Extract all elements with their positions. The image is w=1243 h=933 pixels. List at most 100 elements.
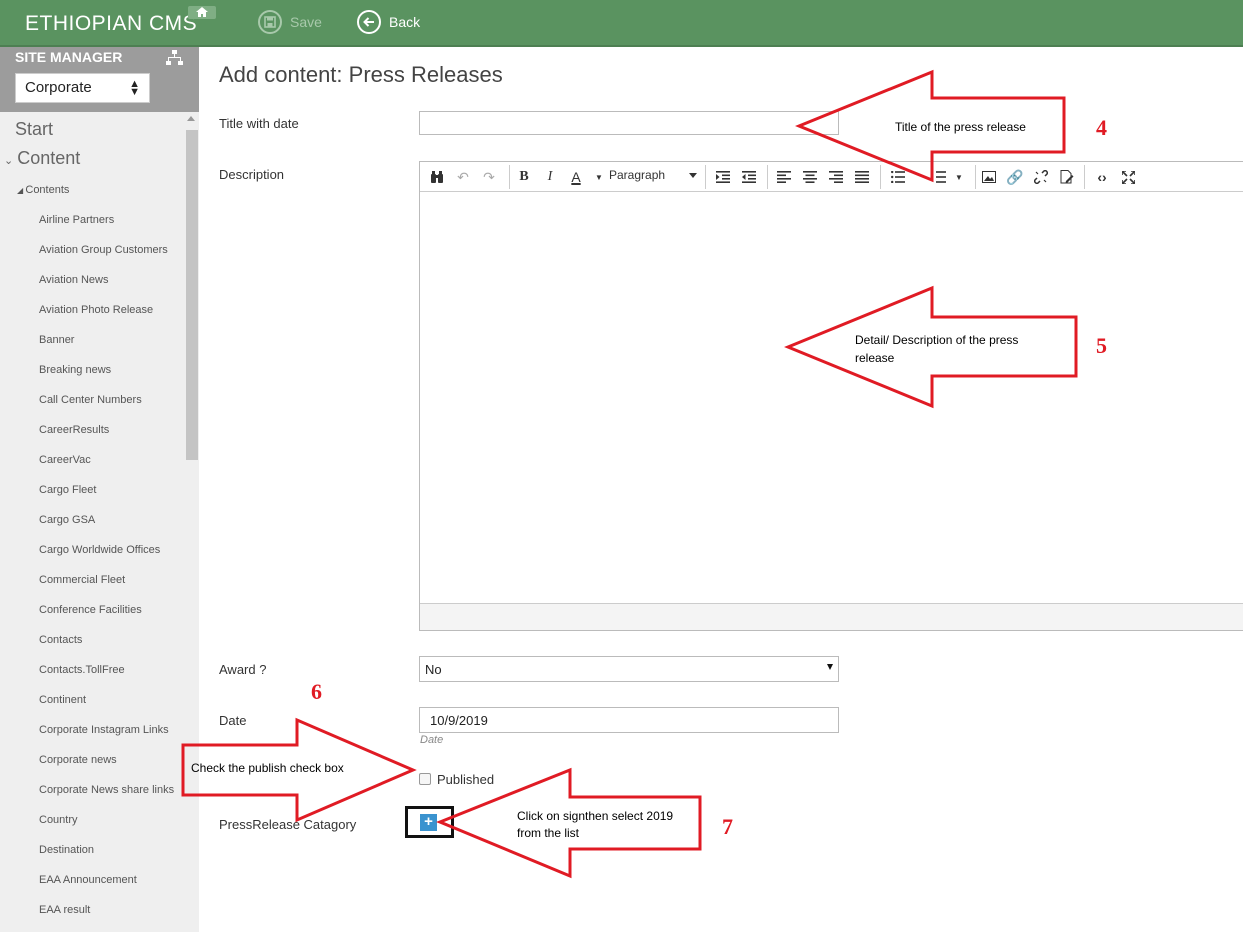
indent-icon[interactable] <box>714 168 732 186</box>
published-checkbox[interactable] <box>419 773 431 785</box>
image-icon[interactable] <box>980 168 998 186</box>
sidebar-item[interactable]: Corporate news <box>39 753 174 783</box>
home-tab[interactable] <box>188 6 216 19</box>
link-icon[interactable]: 🔗 <box>1006 168 1024 186</box>
bullet-list-icon[interactable] <box>889 168 907 186</box>
sidebar-item[interactable]: Commercial Fleet <box>39 573 174 603</box>
sidebar-item[interactable]: CareerVac <box>39 453 174 483</box>
app-title: ETHIOPIAN CMS <box>25 12 198 35</box>
outdent-icon[interactable] <box>740 168 758 186</box>
annotation-5-text: Detail/ Description of the press release <box>855 333 1019 365</box>
date-label: Date <box>219 713 247 728</box>
annotation-6-text: Check the publish check box <box>191 761 344 775</box>
editor-statusbar <box>420 603 1243 630</box>
sidebar-item[interactable]: Cargo Worldwide Offices <box>39 543 174 573</box>
site-select[interactable]: Corporate ▲ ▼ <box>15 73 150 103</box>
redo-icon[interactable]: ↷ <box>480 168 498 186</box>
sidebar-item[interactable]: Cargo GSA <box>39 513 174 543</box>
award-select[interactable]: No <box>419 656 839 682</box>
top-bar: ETHIOPIAN CMS Save Back <box>0 0 1243 47</box>
align-center-icon[interactable] <box>801 168 819 186</box>
sidebar-item[interactable]: Breaking news <box>39 363 174 393</box>
sidebar-item[interactable]: Contacts.TollFree <box>39 663 174 693</box>
sidebar-item[interactable]: Conference Facilities <box>39 603 174 633</box>
find-replace-icon[interactable] <box>428 168 446 186</box>
sidebar-item[interactable]: Cargo Fleet <box>39 483 174 513</box>
content-type-list: Airline Partners Aviation Group Customers… <box>39 213 174 933</box>
sidebar: SITE MANAGER Corporate ▲ ▼ Start ⌄ Content… <box>0 47 199 932</box>
date-input-value: 10/9/2019 <box>430 713 488 728</box>
paragraph-format-value: Paragraph <box>609 168 666 182</box>
back-label: Back <box>389 14 421 30</box>
date-input[interactable]: 10/9/2019 <box>419 707 839 733</box>
save-button[interactable]: Save <box>258 9 322 35</box>
published-label[interactable]: Published <box>437 772 494 787</box>
list-dropdown-icon[interactable]: ▼ <box>950 168 968 186</box>
numbered-list-icon[interactable] <box>930 168 948 186</box>
annotation-4-number: 4 <box>1096 115 1107 140</box>
document-edit-icon[interactable] <box>1058 168 1076 186</box>
chevron-down-icon: ⌄ <box>4 155 14 167</box>
fullscreen-icon[interactable] <box>1119 168 1137 186</box>
align-justify-icon[interactable] <box>853 168 871 186</box>
nav-contents-label: Contents <box>25 184 70 196</box>
annotation-6-number: 6 <box>311 679 322 704</box>
add-category-button[interactable]: + <box>420 814 437 831</box>
sidebar-item[interactable]: Continent <box>39 693 174 723</box>
site-manager-title: SITE MANAGER <box>15 49 123 65</box>
chevron-down-icon <box>827 664 833 670</box>
title-label: Title with date <box>219 116 299 131</box>
sidebar-scrollbar[interactable] <box>184 112 198 932</box>
sidebar-item[interactable]: Banner <box>39 333 174 363</box>
annotation-5-number: 5 <box>1096 333 1107 358</box>
italic-icon[interactable]: I <box>541 168 559 186</box>
paragraph-format-select[interactable]: Paragraph <box>609 168 697 182</box>
save-icon <box>258 10 282 34</box>
nav-content[interactable]: ⌄ Content <box>4 148 80 169</box>
bold-icon[interactable]: B <box>515 168 533 186</box>
align-left-icon[interactable] <box>775 168 793 186</box>
award-label: Award ? <box>219 662 267 677</box>
category-label: PressRelease Catagory <box>219 817 357 832</box>
scrollbar-thumb[interactable] <box>186 130 198 460</box>
sidebar-item[interactable]: Aviation Group Customers <box>39 243 174 273</box>
sidebar-item[interactable]: Corporate News share links <box>39 783 174 813</box>
sidebar-item[interactable]: CareerResults <box>39 423 174 453</box>
sidebar-item[interactable]: Country <box>39 813 174 843</box>
unlink-icon[interactable] <box>1032 168 1050 186</box>
page-title: Add content: Press Releases <box>219 62 503 87</box>
editor-toolbar: ↶ ↷ B I A ▼ Paragraph ▼ 🔗 ‹› <box>420 162 1243 192</box>
select-updown-icon: ▲ ▼ <box>129 78 140 98</box>
sidebar-item[interactable]: EAA Announcement <box>39 873 174 903</box>
sitemap-icon[interactable] <box>166 50 183 66</box>
nav-start[interactable]: Start <box>15 119 53 140</box>
site-manager-panel: SITE MANAGER Corporate ▲ ▼ <box>0 47 199 112</box>
sidebar-item[interactable]: Destination <box>39 843 174 873</box>
title-input[interactable] <box>419 111 839 135</box>
sidebar-item[interactable]: Call Center Numbers <box>39 393 174 423</box>
sidebar-item[interactable]: Contacts <box>39 633 174 663</box>
annotation-7-text: Click on signthen select 2019 from the l… <box>517 809 674 840</box>
scroll-up-icon[interactable] <box>187 116 195 121</box>
nav-content-label: Content <box>17 148 81 168</box>
description-label: Description <box>219 167 285 182</box>
sidebar-item[interactable]: Aviation News <box>39 273 174 303</box>
source-code-icon[interactable]: ‹› <box>1093 168 1111 186</box>
annotation-4-text: Title of the press release <box>895 120 1026 134</box>
sidebar-item[interactable]: Aviation Photo Release <box>39 303 174 333</box>
back-arrow-icon <box>357 10 381 34</box>
undo-icon[interactable]: ↶ <box>454 168 472 186</box>
chevron-down-icon <box>689 173 697 178</box>
text-color-icon[interactable]: A <box>567 168 585 186</box>
sidebar-item[interactable]: EAA result <box>39 903 174 933</box>
annotation-7-number: 7 <box>722 814 733 839</box>
nav-contents[interactable]: ◢ Contents <box>17 184 69 196</box>
align-right-icon[interactable] <box>827 168 845 186</box>
site-select-value: Corporate <box>25 79 92 96</box>
description-editor[interactable]: ↶ ↷ B I A ▼ Paragraph ▼ 🔗 ‹› <box>419 161 1243 631</box>
back-button[interactable]: Back <box>357 9 420 35</box>
text-color-dropdown-icon[interactable]: ▼ <box>590 168 608 186</box>
sidebar-item[interactable]: Airline Partners <box>39 213 174 243</box>
sidebar-item[interactable]: Corporate Instagram Links <box>39 723 174 753</box>
home-icon <box>196 7 208 17</box>
